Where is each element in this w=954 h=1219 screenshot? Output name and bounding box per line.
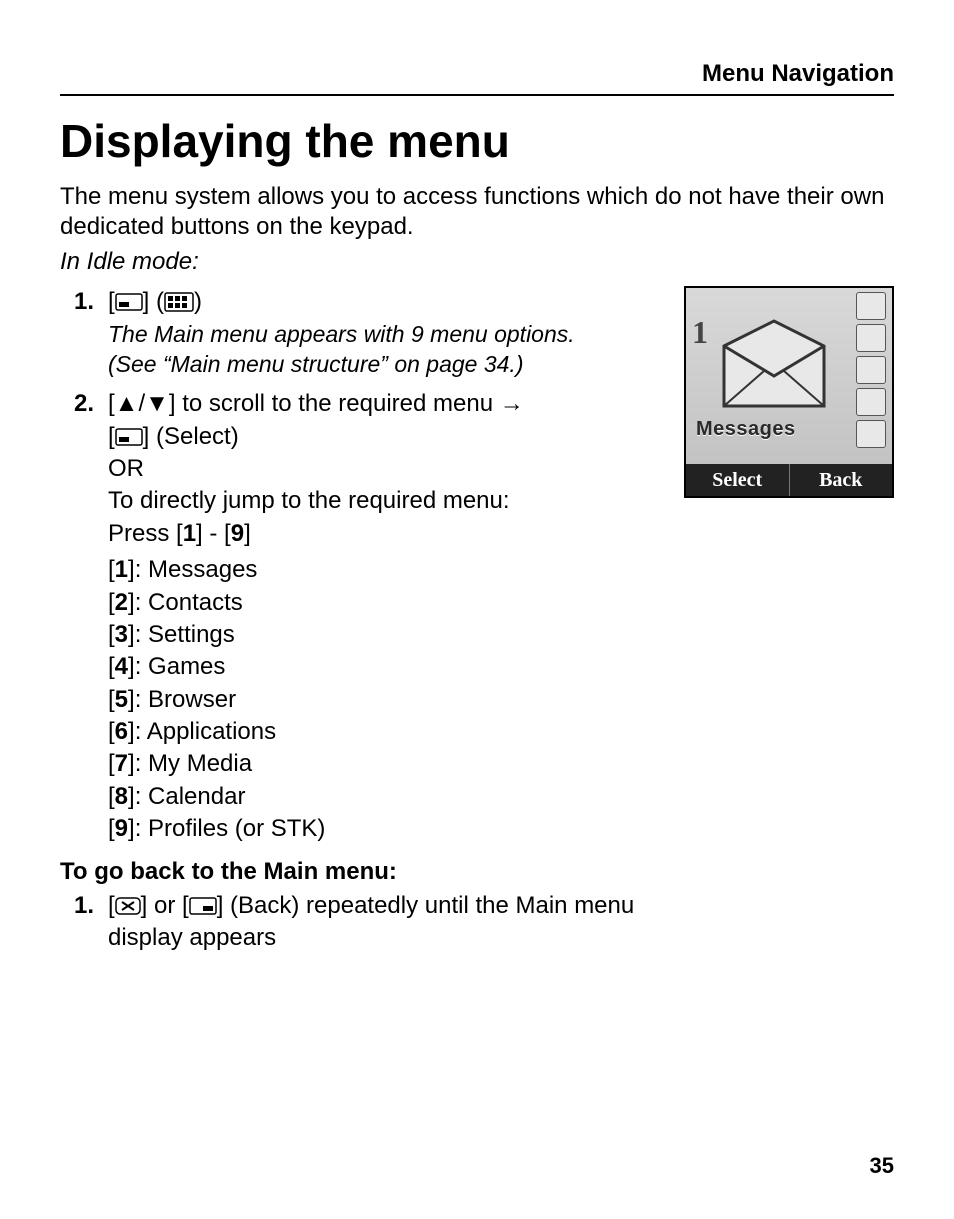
side-icon <box>856 324 886 352</box>
phone-softkey-select[interactable]: Select <box>686 464 790 496</box>
softkey-right-icon <box>189 897 217 915</box>
phone-screenshot: 1 Messages Select Back <box>684 286 894 498</box>
back-steps: 1. [] or [] (Back) repeatedly until the … <box>60 890 666 955</box>
idle-mode-label: In Idle mode: <box>60 248 894 276</box>
step-2: 2. [▲/▼] to scroll to the required menu … <box>60 388 666 845</box>
page-number: 35 <box>870 1153 894 1179</box>
phone-menu-label: Messages <box>696 418 796 441</box>
softkey-left-icon <box>115 428 143 446</box>
down-arrow-icon: ▼ <box>145 390 169 417</box>
up-arrow-icon: ▲ <box>115 390 139 417</box>
press-range: Press [1] - [9] <box>108 520 251 547</box>
list-item: [8]: Calendar <box>108 781 666 813</box>
cancel-key-icon <box>115 897 141 915</box>
step-number: 1. <box>60 890 108 955</box>
list-item: [2]: Contacts <box>108 587 666 619</box>
page-title: Displaying the menu <box>60 114 894 168</box>
step-1: 1. [] () The Main menu appears with 9 me… <box>60 286 666 380</box>
list-item: [9]: Profiles (or STK) <box>108 813 666 845</box>
envelope-icon <box>714 316 834 416</box>
step1-key-sequence: [] () <box>108 288 202 315</box>
right-arrow-icon: → <box>500 390 524 417</box>
list-item: [4]: Games <box>108 651 666 683</box>
list-item: [1]: Messages <box>108 554 666 586</box>
steps-list: 1. [] () The Main menu appears with 9 me… <box>60 286 666 846</box>
phone-softkey-bar: Select Back <box>686 464 892 496</box>
list-item: [5]: Browser <box>108 684 666 716</box>
side-icon-column <box>856 292 888 448</box>
menu-items-list: [1]: Messages [2]: Contacts [3]: Setting… <box>108 554 666 846</box>
side-icon <box>856 292 886 320</box>
step2-scroll-text: ] to scroll to the required menu <box>169 390 500 417</box>
or-label: OR <box>108 455 144 482</box>
step1-note-line1: The Main menu appears with 9 menu option… <box>108 321 575 347</box>
list-item: [6]: Applications <box>108 716 666 748</box>
phone-softkey-back[interactable]: Back <box>790 464 893 496</box>
back-step-1: 1. [] or [] (Back) repeatedly until the … <box>60 890 666 955</box>
back-step-body: [] or [] (Back) repeatedly until the Mai… <box>108 890 666 955</box>
select-label: ] (Select) <box>143 423 239 450</box>
running-head: Menu Navigation <box>60 60 894 96</box>
step-number: 2. <box>60 388 108 845</box>
menu-grid-icon <box>164 292 194 312</box>
step1-note-line2: (See “Main menu structure” on page 34.) <box>108 351 523 377</box>
intro-text: The menu system allows you to access fun… <box>60 182 894 242</box>
side-icon <box>856 420 886 448</box>
step2-scroll-line: [▲/▼] to scroll to the required menu → [… <box>108 390 524 449</box>
softkey-left-icon <box>115 293 143 311</box>
step-number: 1. <box>60 286 108 380</box>
list-item: [3]: Settings <box>108 619 666 651</box>
side-icon <box>856 356 886 384</box>
side-icon <box>856 388 886 416</box>
jump-text: To directly jump to the required menu: <box>108 487 510 514</box>
back-heading: To go back to the Main menu: <box>60 858 666 886</box>
list-item: [7]: My Media <box>108 748 666 780</box>
